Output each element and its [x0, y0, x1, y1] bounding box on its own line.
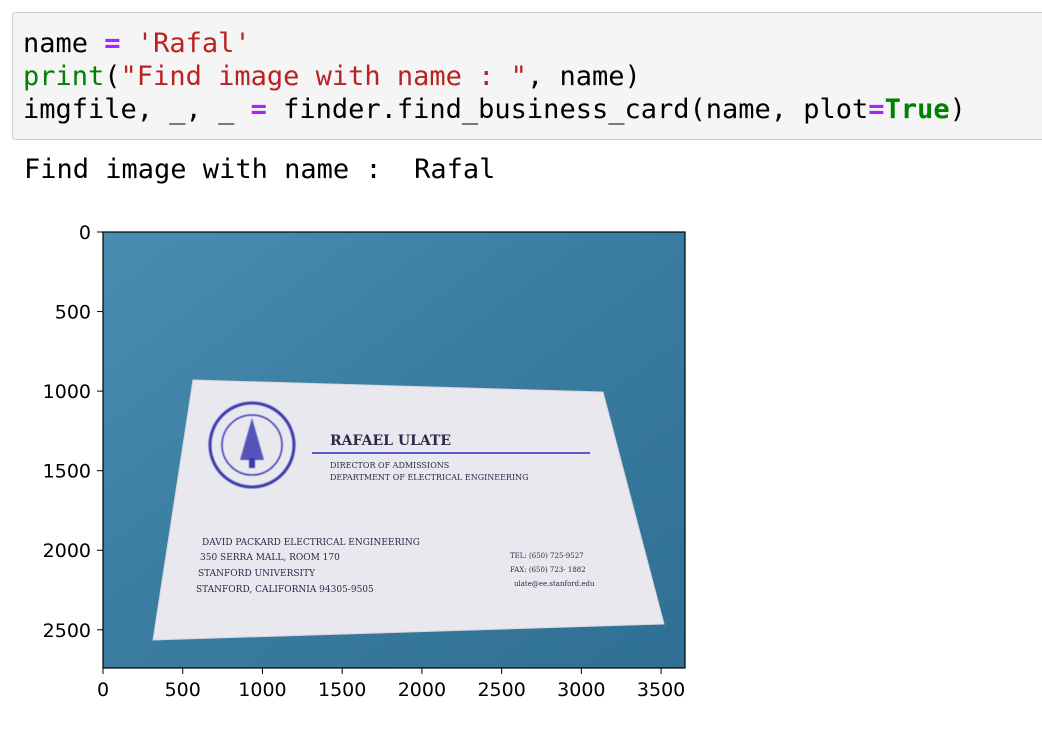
code-cell-input[interactable]: name = 'Rafal' print("Find image with na… [12, 12, 1042, 140]
y-tick-label: 0 [79, 222, 91, 244]
card-title-line2: DEPARTMENT OF ELECTRICAL ENGINEERING [330, 473, 529, 482]
x-tick-label: 2000 [398, 679, 446, 701]
card-address-4: STANFORD, CALIFORNIA 94305-9505 [196, 585, 374, 595]
x-tick-label: 500 [165, 679, 201, 701]
card-name: RAFAEL ULATE [330, 433, 451, 449]
card-contact-3: ulate@ee.stanford.edu [514, 580, 595, 588]
y-tick-label: 1000 [43, 381, 91, 403]
code-token: print [23, 61, 105, 92]
code-token: ) [949, 94, 966, 125]
y-tick-label: 2500 [43, 620, 91, 642]
code-line-1: name = 'Rafal' [23, 27, 1042, 60]
card-contact-2: FAX: (650) 723- 1882 [510, 566, 586, 574]
code-token: ( [104, 61, 121, 92]
card-title-line1: DIRECTOR OF ADMISSIONS [330, 461, 449, 470]
code-token: True [884, 94, 950, 125]
x-tick-label: 1000 [238, 679, 286, 701]
card-address-1: DAVID PACKARD ELECTRICAL ENGINEERING [202, 538, 420, 548]
card-contact-1: TEL: (650) 725-9527 [510, 552, 584, 560]
stanford-seal-logo [208, 401, 296, 489]
code-token: = [104, 28, 121, 59]
code-token: = [250, 94, 267, 125]
card-address-3: STANFORD UNIVERSITY [198, 569, 316, 579]
code-token: , name) [526, 61, 641, 92]
x-tick-label: 2500 [477, 679, 525, 701]
code-token: 'Rafal' [136, 28, 251, 59]
code-line-2: print("Find image with name : ", name) [23, 60, 1042, 93]
x-tick-label: 3000 [557, 679, 605, 701]
code-token: "Find image with name : " [120, 61, 527, 92]
y-axis-ticks: 0 500 1000 1500 2000 2500 [43, 222, 103, 642]
x-tick-label: 0 [97, 679, 109, 701]
code-token: imgfile, _, _ [23, 94, 251, 125]
x-tick-label: 1500 [318, 679, 366, 701]
plot-figure: RAFAEL ULATE DIRECTOR OF ADMISSIONS DEPA… [43, 222, 686, 701]
card-address-2: 350 SERRA MALL, ROOM 170 [200, 553, 340, 563]
y-tick-label: 2000 [43, 540, 91, 562]
cell-output-text: Find image with name : Rafal [24, 154, 496, 185]
x-tick-label: 3500 [637, 679, 685, 701]
business-card-photo: RAFAEL ULATE DIRECTOR OF ADMISSIONS DEPA… [103, 232, 685, 668]
code-token: finder.find_business_card(name, plot [266, 94, 869, 125]
x-axis-ticks: 0 500 1000 1500 2000 2500 3000 3500 [97, 668, 685, 701]
y-tick-label: 500 [55, 302, 91, 324]
business-card [152, 379, 665, 641]
y-tick-label: 1500 [43, 461, 91, 483]
code-token: = [868, 94, 885, 125]
code-line-3: imgfile, _, _ = finder.find_business_car… [23, 93, 1042, 126]
code-token: name [23, 28, 105, 59]
